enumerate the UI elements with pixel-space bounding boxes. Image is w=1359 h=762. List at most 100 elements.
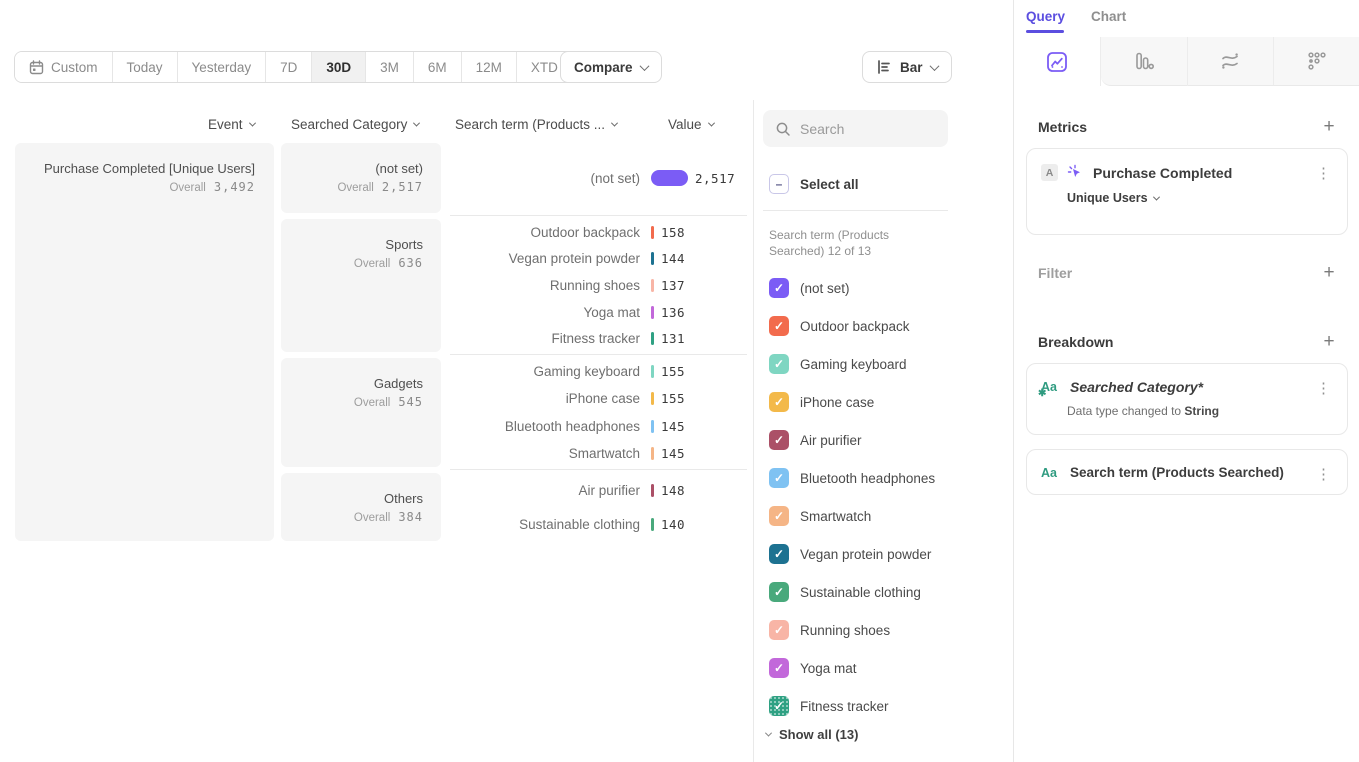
legend-item-iphone-case[interactable]: ✓iPhone case <box>769 383 1003 421</box>
metric-aggregation-dropdown[interactable]: Unique Users <box>1027 181 1347 205</box>
show-all-link[interactable]: Show all (13) <box>766 727 858 742</box>
term-label: Yoga mat <box>450 305 640 320</box>
category-block-sports[interactable]: SportsOverall636 <box>281 219 441 352</box>
add-filter-button[interactable]: + <box>1319 263 1339 283</box>
date-range-12m[interactable]: 12M <box>461 52 516 82</box>
category-block-not-set[interactable]: (not set)Overall2,517 <box>281 143 441 213</box>
chart-type-button[interactable]: Bar <box>862 51 952 83</box>
legend-search-input[interactable] <box>800 121 930 137</box>
tab-query[interactable]: Query <box>1026 9 1065 24</box>
series-checkbox[interactable]: ✓ <box>769 278 789 298</box>
term-row-running-shoes[interactable]: Running shoes137 <box>450 272 747 299</box>
legend-search-box[interactable] <box>763 110 948 147</box>
series-checkbox[interactable]: ✓ <box>769 506 789 526</box>
term-row-not-set[interactable]: (not set)2,517 <box>450 143 747 213</box>
term-label: iPhone case <box>450 391 640 406</box>
series-checkbox[interactable]: ✓ <box>769 354 789 374</box>
legend-item-vegan-protein-powder[interactable]: ✓Vegan protein powder <box>769 535 1003 573</box>
series-label: Air purifier <box>800 433 862 448</box>
legend-item-smartwatch[interactable]: ✓Smartwatch <box>769 497 1003 535</box>
term-row-iphone-case[interactable]: iPhone case 155 <box>450 385 747 412</box>
category-block-others[interactable]: OthersOverall384 <box>281 473 441 541</box>
value-bar[interactable] <box>651 279 654 292</box>
series-checkbox[interactable]: ✓ <box>769 392 789 412</box>
date-range-yesterday[interactable]: Yesterday <box>177 52 266 82</box>
value-bar[interactable] <box>651 170 688 186</box>
date-range-3m[interactable]: 3M <box>365 52 413 82</box>
term-row-yoga-mat[interactable]: Yoga mat136 <box>450 299 747 326</box>
add-breakdown-button[interactable]: + <box>1319 332 1339 352</box>
breakdown-kebab-menu[interactable]: ⋮ <box>1312 464 1335 486</box>
select-all-checkbox[interactable]: – <box>769 174 789 194</box>
value-bar[interactable] <box>651 447 654 460</box>
value-bar[interactable] <box>651 332 654 345</box>
report-type-flows[interactable] <box>1188 37 1275 86</box>
report-type-funnels[interactable] <box>1101 37 1188 86</box>
term-row-fitness-tracker[interactable]: Fitness tracker131 <box>450 325 747 352</box>
series-checkbox[interactable]: ✓ <box>769 468 789 488</box>
category-block-gadgets[interactable]: GadgetsOverall545 <box>281 358 441 467</box>
column-header-event[interactable]: Event <box>208 117 255 132</box>
value-bar[interactable] <box>651 226 654 239</box>
column-header-search-term[interactable]: Search term (Products ... <box>455 117 617 132</box>
legend-item-not-set[interactable]: ✓ (not set) <box>769 269 1003 307</box>
date-range-today[interactable]: Today <box>112 52 177 82</box>
date-range-6m[interactable]: 6M <box>413 52 461 82</box>
series-label: Outdoor backpack <box>800 319 910 334</box>
value-bar[interactable] <box>651 392 654 405</box>
value-bar[interactable] <box>651 518 654 531</box>
term-row-air-purifier[interactable]: Air purifier148 <box>450 473 747 507</box>
legend-item-outdoor-backpack[interactable]: ✓ Outdoor backpack <box>769 307 1003 345</box>
term-row-gaming-keyboard[interactable]: Gaming keyboard155 <box>450 358 747 385</box>
series-label: (not set) <box>800 281 850 296</box>
value-bar[interactable] <box>651 252 654 265</box>
metric-card[interactable]: A Purchase Completed ⋮ Unique Users <box>1026 148 1348 235</box>
report-type-retention[interactable] <box>1274 37 1359 86</box>
date-range-custom[interactable]: Custom <box>15 52 112 82</box>
value-bar[interactable] <box>651 420 654 433</box>
term-row-sustainable-clothing[interactable]: Sustainable clothing140 <box>450 507 747 541</box>
breakdown-card-searched-category[interactable]: Aa✱ Searched Category* ⋮ Data type chang… <box>1026 363 1348 435</box>
term-row-smartwatch[interactable]: Smartwatch145 <box>450 440 747 467</box>
term-row-outdoor-backpack[interactable]: Outdoor backpack158 <box>450 219 747 246</box>
legend-item-bluetooth-headphones[interactable]: ✓Bluetooth headphones <box>769 459 1003 497</box>
metric-kebab-menu[interactable]: ⋮ <box>1312 163 1335 185</box>
series-checkbox[interactable]: ✓ <box>769 582 789 602</box>
legend-item-gaming-keyboard[interactable]: ✓Gaming keyboard <box>769 345 1003 383</box>
series-checkbox[interactable]: ✓ <box>769 430 789 450</box>
value-bar[interactable] <box>651 365 654 378</box>
category-overall: Overall2,517 <box>281 180 423 194</box>
legend-item-sustainable-clothing[interactable]: ✓Sustainable clothing <box>769 573 1003 611</box>
term-value: 155 <box>661 391 685 406</box>
select-all-row[interactable]: – Select all <box>769 174 859 194</box>
term-value: 140 <box>661 517 685 532</box>
legend-item-running-shoes[interactable]: ✓Running shoes <box>769 611 1003 649</box>
series-checkbox[interactable]: ✓ <box>769 316 789 336</box>
chevron-down-icon <box>611 120 618 127</box>
date-range-7d[interactable]: 7D <box>265 52 311 82</box>
value-bar[interactable] <box>651 306 654 319</box>
series-checkbox[interactable]: ✓ <box>769 696 789 716</box>
date-range-30d[interactable]: 30D <box>311 52 365 82</box>
event-block-purchase-completed[interactable]: Purchase Completed [Unique Users] Overal… <box>15 143 274 541</box>
term-row-vegan-protein-powder[interactable]: Vegan protein powder144 <box>450 246 747 273</box>
sidebar-tabs: Query Chart <box>1026 9 1126 24</box>
legend-item-air-purifier[interactable]: ✓ Air purifier <box>769 421 1003 459</box>
legend-item-yoga-mat[interactable]: ✓Yoga mat <box>769 649 1003 687</box>
column-header-value[interactable]: Value <box>668 117 714 132</box>
tab-chart[interactable]: Chart <box>1091 9 1126 24</box>
breakdown-card-search-term[interactable]: Aa Search term (Products Searched) ⋮ <box>1026 449 1348 495</box>
term-group-sports: Outdoor backpack158Vegan protein powder1… <box>450 219 747 352</box>
series-checkbox[interactable]: ✓ <box>769 620 789 640</box>
series-checkbox[interactable]: ✓ <box>769 658 789 678</box>
series-checkbox[interactable]: ✓ <box>769 544 789 564</box>
legend-item-fitness-tracker[interactable]: ✓Fitness tracker <box>769 687 1003 725</box>
compare-button[interactable]: Compare <box>560 51 662 83</box>
add-metric-button[interactable]: + <box>1319 117 1339 137</box>
report-type-insights[interactable] <box>1014 37 1101 86</box>
event-sparkle-icon <box>1067 164 1084 181</box>
value-bar[interactable] <box>651 484 654 497</box>
breakdown-kebab-menu[interactable]: ⋮ <box>1312 378 1335 400</box>
term-row-bluetooth-headphones[interactable]: Bluetooth headphones145 <box>450 413 747 440</box>
column-header-searched-category[interactable]: Searched Category <box>291 117 419 132</box>
